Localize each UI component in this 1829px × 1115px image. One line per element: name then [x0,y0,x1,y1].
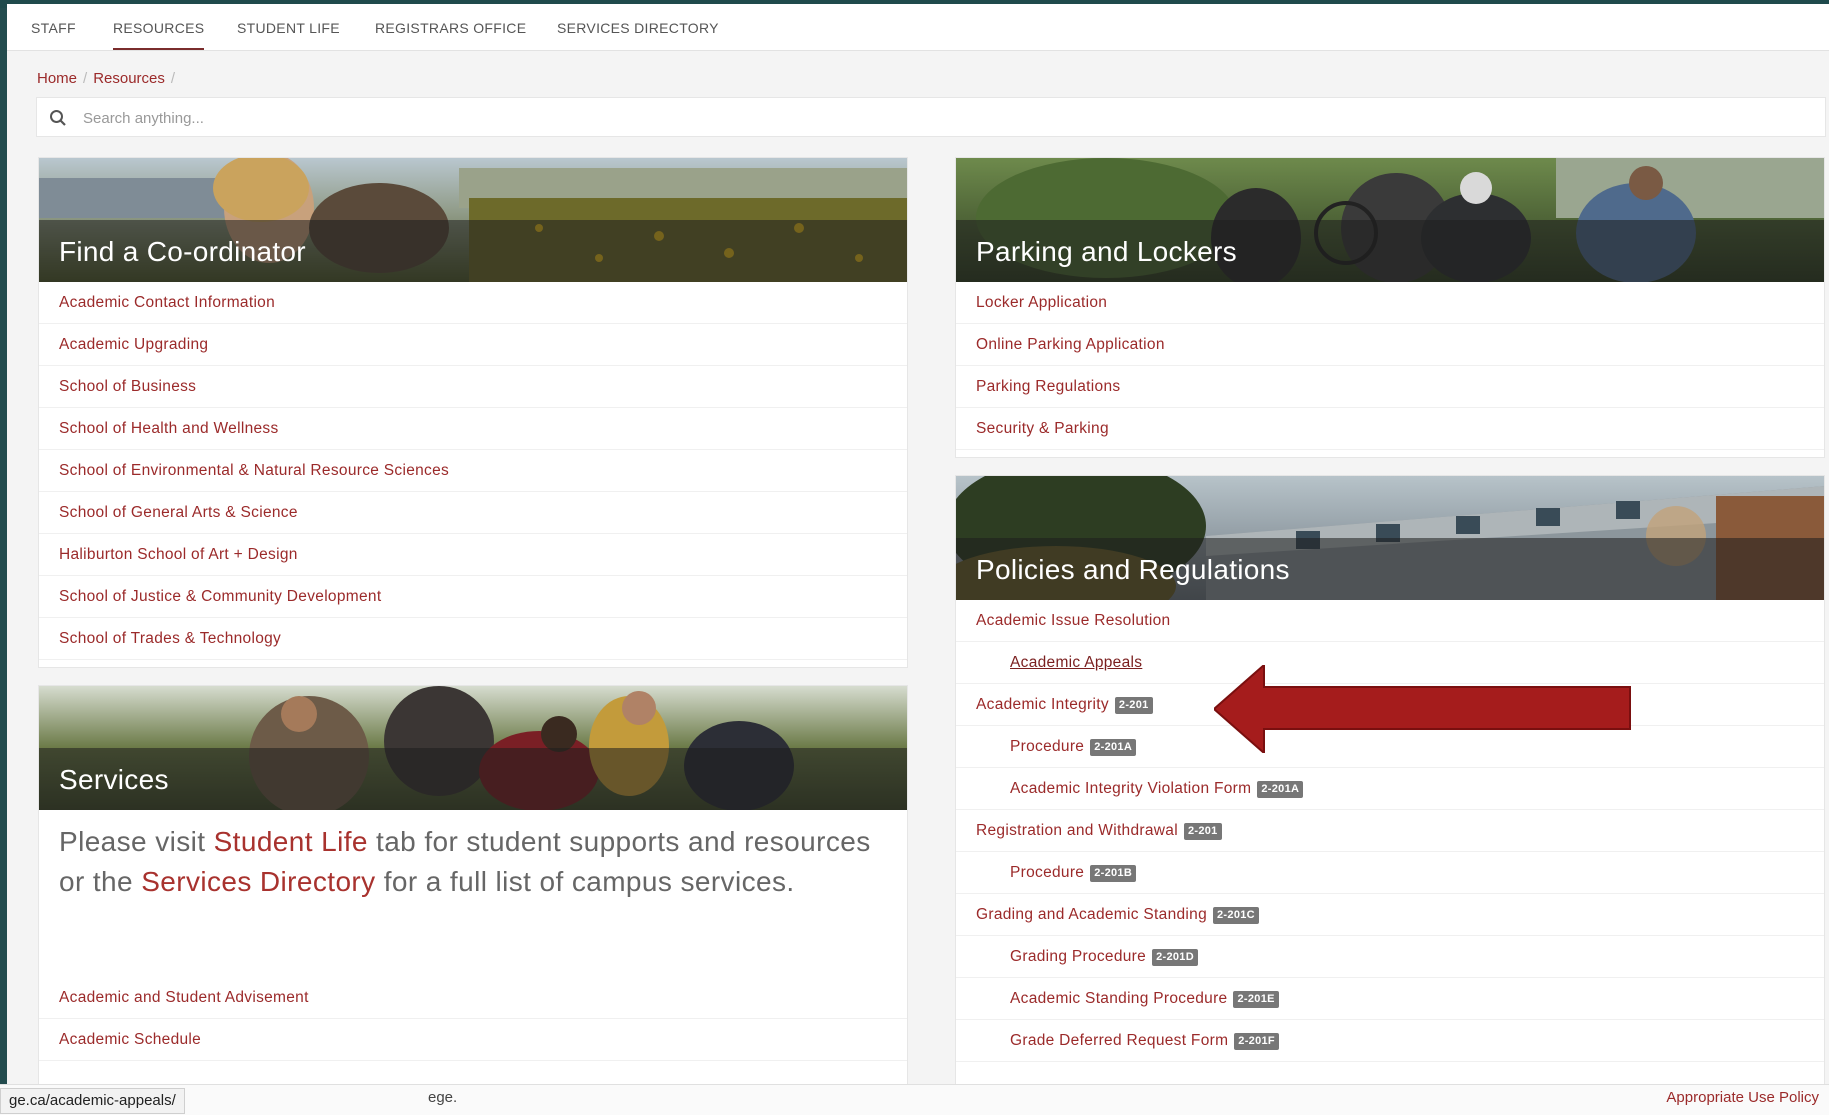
card-services: Services Please visit Student Life tab f… [38,685,908,1084]
link-parking-regulations[interactable]: Parking Regulations [956,366,1824,408]
student-life-link[interactable]: Student Life [214,826,368,857]
link-label: Academic Issue Resolution [976,612,1171,629]
link-registration-procedure[interactable]: Procedure 2-201B [956,852,1824,894]
hero-overlay [39,748,907,810]
policy-code-badge: 2-201B [1090,865,1137,882]
breadcrumb-resources[interactable]: Resources [93,70,165,87]
link-label: Grade Deferred Request Form [1010,1032,1229,1049]
breadcrumb: Home / Resources / [37,70,181,87]
browser-status-bar [0,1084,1829,1115]
link-academic-upgrading[interactable]: Academic Upgrading [39,324,907,366]
link-label: Registration and Withdrawal [976,822,1178,839]
card-title: Policies and Regulations [976,554,1290,585]
card-title: Find a Co-ordinator [59,236,306,267]
top-nav: STAFF RESOURCES STUDENT LIFE REGISTRARS … [7,4,1829,51]
hero-image-campus-building: Policies and Regulations [956,476,1824,600]
link-school-of-environmental[interactable]: School of Environmental & Natural Resour… [39,450,907,492]
hero-image-students-garden: Find a Co-ordinator [39,158,907,282]
link-grading-procedure[interactable]: Grading Procedure 2-201D [956,936,1824,978]
breadcrumb-separator: / [170,70,176,87]
services-description: Please visit Student Life tab for studen… [59,822,879,902]
card-find-coordinator: Find a Co-ordinator Academic Contact Inf… [38,157,908,668]
search-input[interactable] [81,103,1785,133]
page-container: STAFF RESOURCES STUDENT LIFE REGISTRARS … [7,4,1829,1084]
status-url: ge.ca/academic-appeals/ [0,1088,185,1114]
breadcrumb-separator: / [83,70,88,87]
nav-services-directory[interactable]: SERVICES DIRECTORY [557,20,719,48]
card-policies-regulations: Policies and Regulations Academic Issue … [955,475,1825,1084]
footer-text-fragment: ege. [428,1089,458,1106]
link-school-of-justice[interactable]: School of Justice & Community Developmen… [39,576,907,618]
link-integrity-violation-form[interactable]: Academic Integrity Violation Form 2-201A [956,768,1824,810]
red-arrow-icon [1214,665,1631,753]
link-label: Academic Integrity [976,696,1109,713]
nav-registrars-office[interactable]: REGISTRARS OFFICE [375,20,526,48]
appropriate-use-policy-link[interactable]: Appropriate Use Policy [1666,1089,1819,1106]
link-label: Procedure [1010,864,1085,881]
policy-code-badge: 2-201A [1257,781,1304,798]
search-icon [50,110,66,126]
link-label: Academic Integrity Violation Form [1010,780,1252,797]
link-registration-and-withdrawal[interactable]: Registration and Withdrawal 2-201 [956,810,1824,852]
search-box [36,97,1826,137]
link-label: Academic Appeals [1010,654,1143,671]
link-school-of-general-arts[interactable]: School of General Arts & Science [39,492,907,534]
policy-code-badge: 2-201A [1090,739,1137,756]
policy-code-badge: 2-201 [1183,823,1222,840]
link-label: Procedure [1010,738,1085,755]
services-directory-link[interactable]: Services Directory [141,866,375,897]
link-security-and-parking[interactable]: Security & Parking [956,408,1824,450]
link-academic-contact-information[interactable]: Academic Contact Information [39,282,907,324]
services-text-part: for a full list of campus services. [375,866,795,897]
services-link-list: Academic and Student Advisement Academic… [39,977,907,1061]
link-academic-schedule[interactable]: Academic Schedule [39,1019,907,1061]
link-academic-issue-resolution[interactable]: Academic Issue Resolution [956,600,1824,642]
link-haliburton-school[interactable]: Haliburton School of Art + Design [39,534,907,576]
policy-code-badge: 2-201D [1152,949,1198,966]
nav-resources[interactable]: RESOURCES [113,20,205,50]
link-label: Grading Procedure [1010,948,1147,965]
card-title: Parking and Lockers [976,236,1237,267]
policy-code-badge: 2-201F [1234,1033,1279,1050]
policy-code-badge: 2-201 [1114,697,1153,714]
services-text-part: Please visit [59,826,214,857]
link-grade-deferred-request-form[interactable]: Grade Deferred Request Form 2-201F [956,1020,1824,1062]
policy-code-badge: 2-201C [1213,907,1259,924]
link-locker-application[interactable]: Locker Application [956,282,1824,324]
link-label: Academic Standing Procedure [1010,990,1228,1007]
parking-link-list: Locker Application Online Parking Applic… [956,282,1824,450]
card-title: Services [59,764,169,795]
link-grading-and-academic-standing[interactable]: Grading and Academic Standing 2-201C [956,894,1824,936]
breadcrumb-home[interactable]: Home [37,70,77,87]
hero-image-students-sitting: Services [39,686,907,810]
link-label: Grading and Academic Standing [976,906,1208,923]
link-academic-and-student-advisement[interactable]: Academic and Student Advisement [39,977,907,1019]
nav-student-life[interactable]: STUDENT LIFE [237,20,340,48]
card-parking-lockers: Parking and Lockers Locker Application O… [955,157,1825,458]
link-school-of-trades[interactable]: School of Trades & Technology [39,618,907,660]
nav-staff[interactable]: STAFF [31,20,76,48]
link-online-parking-application[interactable]: Online Parking Application [956,324,1824,366]
link-school-of-health-and-wellness[interactable]: School of Health and Wellness [39,408,907,450]
link-academic-standing-procedure[interactable]: Academic Standing Procedure 2-201E [956,978,1824,1020]
link-school-of-business[interactable]: School of Business [39,366,907,408]
policy-code-badge: 2-201E [1233,991,1279,1008]
coordinator-link-list: Academic Contact Information Academic Up… [39,282,907,660]
hero-image-students-bikes: Parking and Lockers [956,158,1824,282]
